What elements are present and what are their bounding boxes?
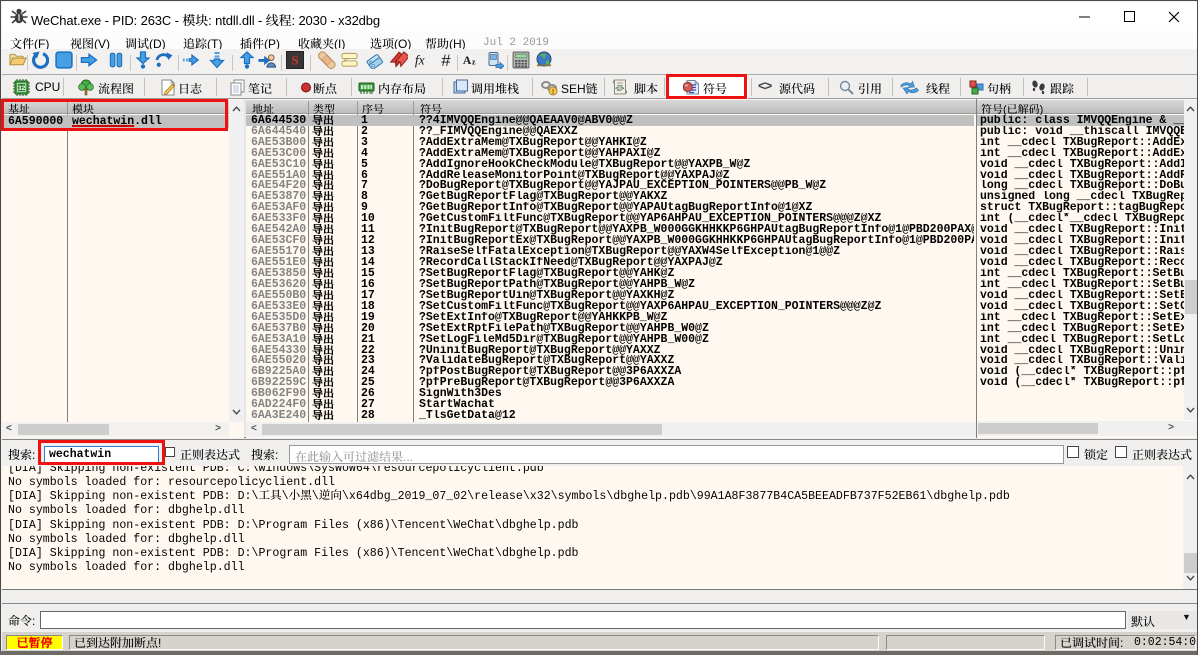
svg-text:S: S bbox=[291, 53, 298, 68]
svg-text:!: ! bbox=[552, 89, 554, 96]
svg-text:#: # bbox=[441, 51, 451, 69]
svg-text:z: z bbox=[472, 58, 476, 67]
svg-text:<>: <> bbox=[615, 85, 625, 94]
svg-text:32: 32 bbox=[18, 85, 26, 92]
svg-text:fx: fx bbox=[415, 53, 425, 68]
svg-text:A: A bbox=[463, 54, 472, 67]
